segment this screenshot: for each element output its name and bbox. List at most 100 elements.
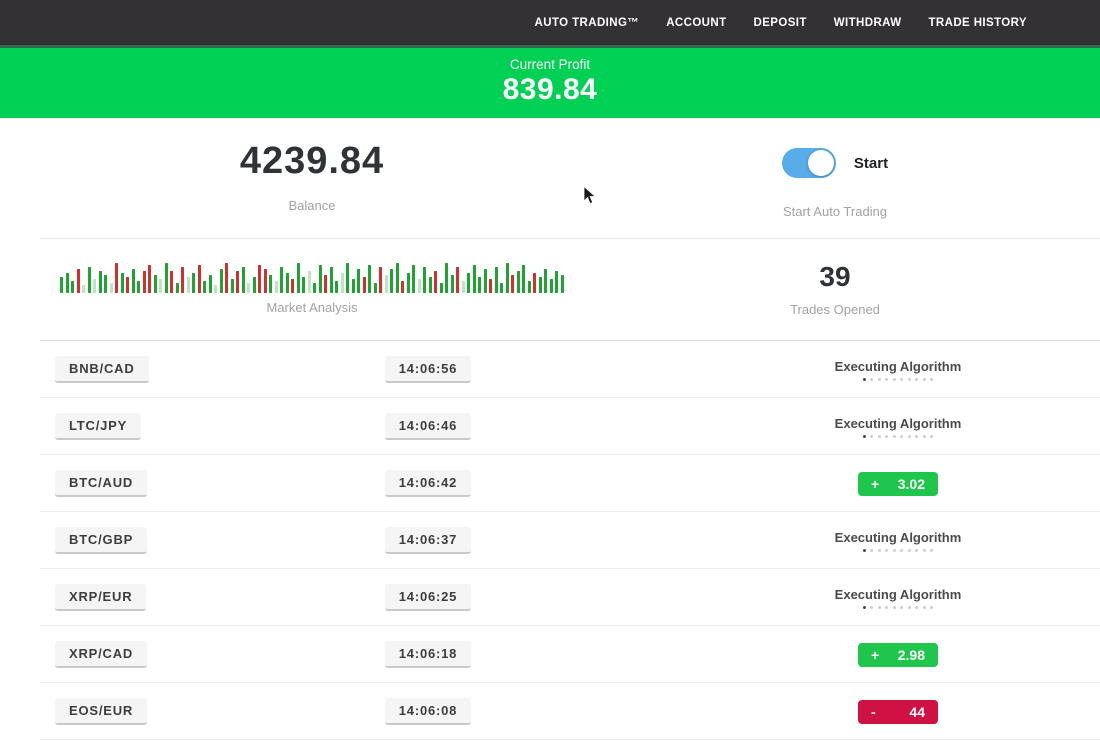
nav-item-trade-history[interactable]: TRADE HISTORY [929, 17, 1028, 29]
market-bar [286, 273, 289, 293]
market-bar [330, 267, 333, 293]
market-bar [385, 275, 388, 293]
market-bar [60, 277, 63, 293]
market-bar [308, 271, 311, 293]
badge-sign: - [871, 704, 876, 720]
top-navbar: AUTO TRADING™ ACCOUNT DEPOSIT WITHDRAW T… [0, 0, 1100, 45]
market-bar [93, 279, 96, 293]
progress-dot [900, 378, 903, 381]
market-bar [341, 273, 344, 293]
progress-dot [893, 549, 896, 552]
auto-trading-toggle[interactable] [782, 148, 836, 178]
market-bar [176, 283, 179, 293]
progress-dot [885, 549, 888, 552]
trade-row: BTC/AUD 14:06:42 + 3.02 [0, 455, 1100, 512]
market-bar [137, 281, 140, 293]
badge-value: 2.98 [898, 647, 925, 663]
badge-value: 44 [909, 704, 925, 720]
executing-status: Executing Algorithm [835, 587, 962, 609]
market-bar [225, 263, 228, 293]
time-chip: 14:06:46 [385, 413, 471, 440]
market-bar [275, 281, 278, 293]
market-bar [379, 267, 382, 293]
market-bar [247, 283, 250, 293]
market-bar [357, 269, 360, 293]
market-bar [192, 273, 195, 293]
market-bar [198, 265, 201, 293]
market-bar [99, 271, 102, 293]
executing-label: Executing Algorithm [835, 587, 962, 602]
progress-dot [930, 606, 933, 609]
market-bar [511, 275, 514, 293]
market-bar [445, 263, 448, 293]
progress-dot [878, 378, 881, 381]
progress-dot [908, 378, 911, 381]
market-bar [280, 267, 283, 293]
auto-trading-page: AUTO TRADING™ ACCOUNT DEPOSIT WITHDRAW T… [0, 0, 1100, 742]
market-bar [324, 275, 327, 293]
market-bar [522, 265, 525, 293]
pair-chip: BNB/CAD [55, 356, 149, 383]
trade-row: EOS/EUR 14:06:08 - 44 [0, 683, 1100, 740]
progress-dot [900, 549, 903, 552]
market-bar [291, 279, 294, 293]
executing-status: Executing Algorithm [835, 359, 962, 381]
time-chip: 14:06:08 [385, 698, 471, 725]
progress-dots [835, 549, 962, 552]
market-bar [412, 265, 415, 293]
progress-dot [908, 549, 911, 552]
balance-block: 4239.84 Balance [0, 118, 624, 238]
market-bar [533, 273, 536, 293]
current-profit-value: 839.84 [0, 73, 1100, 107]
current-profit-banner: Current Profit 839.84 [0, 45, 1100, 118]
market-bar [104, 275, 107, 293]
balance-label: Balance [289, 198, 336, 213]
market-bar [352, 279, 355, 293]
nav-item-withdraw[interactable]: WITHDRAW [834, 17, 902, 29]
market-bar [434, 271, 437, 293]
progress-dot [893, 378, 896, 381]
market-bar [159, 279, 162, 293]
market-bar [555, 271, 558, 293]
market-bar [473, 265, 476, 293]
market-bar [451, 275, 454, 293]
market-bar [88, 267, 91, 293]
market-bar [368, 265, 371, 293]
progress-dot [908, 435, 911, 438]
progress-dot [870, 549, 873, 552]
pair-chip: BTC/GBP [55, 527, 147, 554]
pair-chip: EOS/EUR [55, 698, 147, 725]
market-bar [313, 283, 316, 293]
market-bar [209, 275, 212, 293]
market-bar [302, 277, 305, 293]
progress-dot [863, 606, 866, 609]
trades-opened-count: 39 [819, 261, 850, 293]
nav-item-deposit[interactable]: DEPOSIT [754, 17, 807, 29]
market-bar [467, 273, 470, 293]
nav-item-account[interactable]: ACCOUNT [666, 17, 726, 29]
nav-item-auto-trading[interactable]: AUTO TRADING™ [535, 17, 640, 29]
result-badge: + 3.02 [858, 472, 938, 496]
market-bar [544, 269, 547, 293]
toggle-knob [808, 150, 834, 176]
progress-dot [900, 435, 903, 438]
executing-label: Executing Algorithm [835, 359, 962, 374]
badge-sign: + [871, 647, 879, 663]
market-bar [561, 275, 564, 293]
market-bar [440, 283, 443, 293]
progress-dots [835, 378, 962, 381]
time-chip: 14:06:37 [385, 527, 471, 554]
progress-dot [930, 549, 933, 552]
market-bar [484, 269, 487, 293]
progress-dot [870, 606, 873, 609]
market-bar [148, 265, 151, 293]
time-chip: 14:06:18 [385, 641, 471, 668]
current-profit-label: Current Profit [0, 57, 1100, 72]
balance-value: 4239.84 [240, 140, 384, 183]
trade-row: LTC/JPY 14:06:46 Executing Algorithm [0, 398, 1100, 455]
market-bar [220, 269, 223, 293]
market-bar [143, 271, 146, 293]
trades-opened-block: 39 Trades Opened [624, 239, 1100, 340]
market-bar [203, 281, 206, 293]
progress-dot [923, 606, 926, 609]
